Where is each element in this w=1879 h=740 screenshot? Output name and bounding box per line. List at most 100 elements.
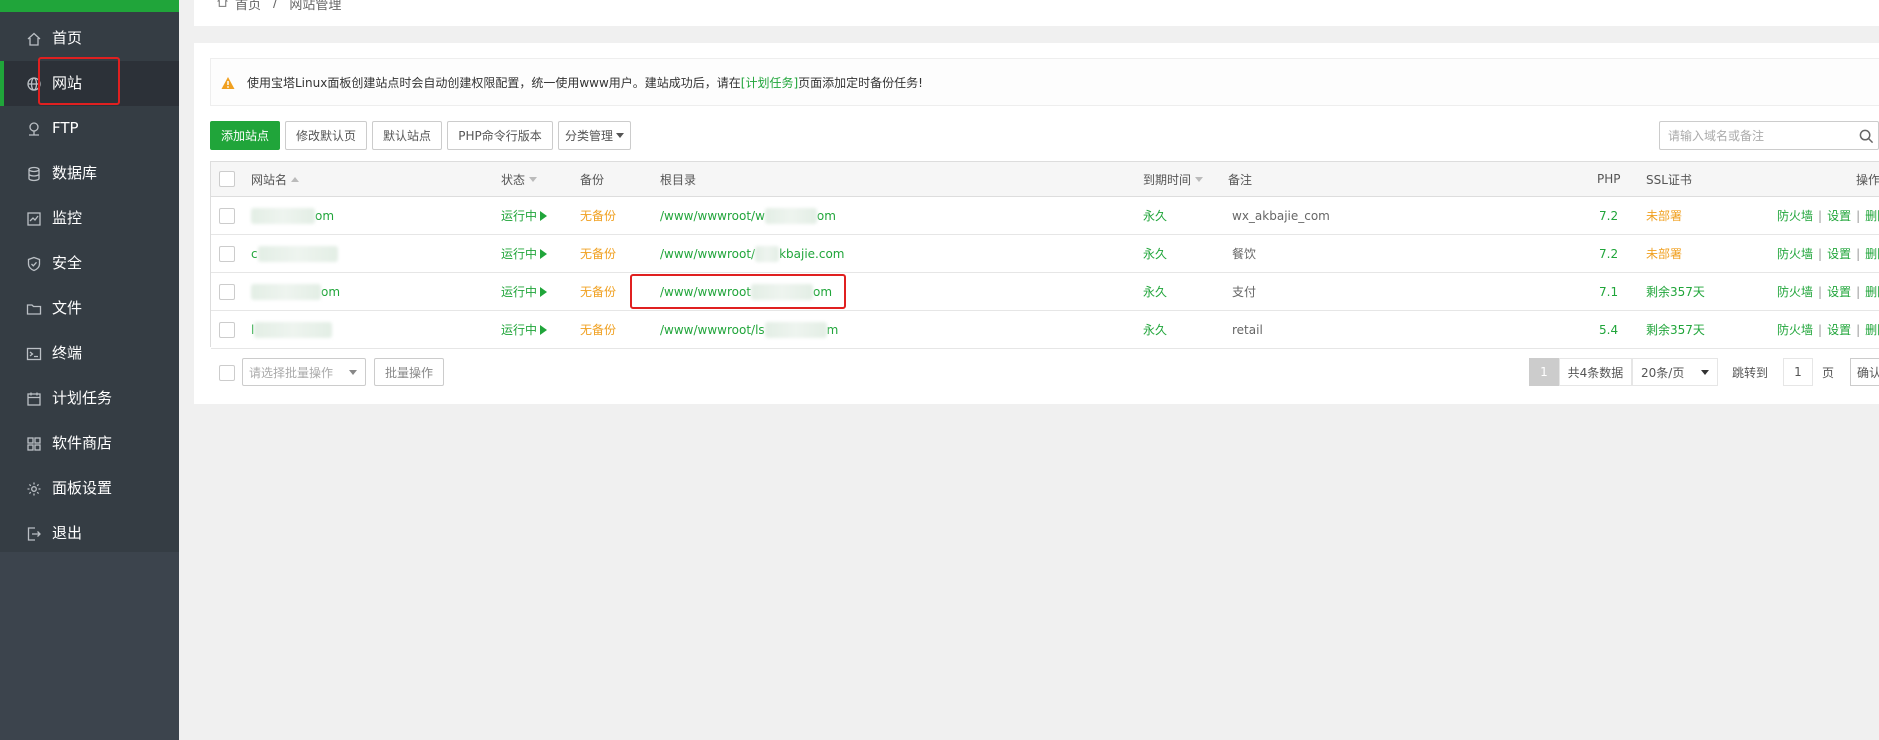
root-dir-link[interactable]: /www/wwwroot/ls m	[660, 311, 838, 348]
delete-link[interactable]: 删除	[1865, 321, 1879, 338]
sidebar-item-label: FTP	[52, 119, 79, 137]
expire-value[interactable]: 永久	[1143, 273, 1167, 310]
remark-value[interactable]: retail	[1232, 311, 1263, 348]
sidebar-item-panel-settings[interactable]: 面板设置	[0, 466, 179, 511]
site-name-link[interactable]: om	[251, 273, 340, 310]
edit-default-page-button[interactable]: 修改默认页	[285, 121, 367, 150]
root-dir-link[interactable]: /www/wwwroot om	[660, 273, 832, 310]
remark-value[interactable]: 支付	[1232, 273, 1256, 310]
breadcrumb-home[interactable]: 首页	[235, 0, 261, 13]
ssl-status[interactable]: 剩余357天	[1646, 273, 1705, 310]
backup-status[interactable]: 无备份	[580, 235, 616, 272]
header-expire-time[interactable]: 到期时间	[1143, 162, 1204, 196]
ssl-status[interactable]: 未部署	[1646, 197, 1682, 234]
sidebar-item-logout[interactable]: 退出	[0, 511, 179, 556]
delete-link[interactable]: 删除	[1865, 245, 1879, 262]
delete-link[interactable]: 删除	[1865, 283, 1879, 300]
status-running[interactable]: 运行中	[501, 311, 548, 348]
cron-task-link[interactable]: [计划任务]	[741, 76, 798, 90]
page-size-select[interactable]: 20条/页	[1632, 358, 1718, 386]
breadcrumb-separator: /	[273, 0, 278, 11]
sidebar-item-label: 文件	[52, 299, 83, 317]
sidebar-item-website[interactable]: 网站	[0, 61, 179, 106]
select-all-checkbox[interactable]	[219, 171, 235, 187]
page-current[interactable]: 1	[1529, 358, 1559, 386]
sidebar-item-home[interactable]: 首页	[0, 16, 179, 61]
sidebar: 首页 网站 FTP 数据库 监控 安全 文件 终端 计划任务 软件商店 面板设置…	[0, 0, 179, 740]
site-name-link[interactable]: l	[251, 311, 333, 348]
site-name-link[interactable]: om	[251, 197, 334, 234]
firewall-link[interactable]: 防火墙	[1777, 207, 1813, 224]
sidebar-item-label: 网站	[52, 74, 83, 92]
row-checkbox[interactable]	[219, 245, 235, 262]
php-version[interactable]: 7.1	[1599, 273, 1618, 310]
settings-link[interactable]: 设置	[1827, 283, 1851, 300]
php-cli-version-button[interactable]: PHP命令行版本	[447, 121, 553, 150]
php-version[interactable]: 7.2	[1599, 197, 1618, 234]
status-text: 运行中	[501, 247, 538, 261]
status-running[interactable]: 运行中	[501, 235, 548, 272]
header-backup: 备份	[580, 172, 605, 187]
backup-status[interactable]: 无备份	[580, 197, 616, 234]
jump-page-input[interactable]: 1	[1783, 358, 1813, 386]
notice-text: 使用宝塔Linux面板创建站点时会自动创建权限配置，统一使用www用户。建站成功…	[247, 74, 923, 91]
sidebar-item-monitor[interactable]: 监控	[0, 196, 179, 241]
row-ops: 防火墙 | 设置 | 删除	[1777, 273, 1879, 310]
ftp-icon	[25, 120, 42, 137]
database-icon	[25, 165, 42, 182]
row-checkbox[interactable]	[219, 321, 235, 338]
add-site-button[interactable]: 添加站点	[210, 121, 280, 150]
status-running[interactable]: 运行中	[501, 273, 548, 310]
firewall-link[interactable]: 防火墙	[1777, 283, 1813, 300]
ssl-status[interactable]: 剩余357天	[1646, 311, 1705, 348]
sidebar-item-app-store[interactable]: 软件商店	[0, 421, 179, 466]
root-dir-link[interactable]: /www/wwwroot/kbajie.com	[660, 235, 845, 272]
sort-desc-icon	[1195, 176, 1204, 182]
sidebar-item-database[interactable]: 数据库	[0, 151, 179, 196]
sidebar-item-cron[interactable]: 计划任务	[0, 376, 179, 421]
sidebar-item-files[interactable]: 文件	[0, 286, 179, 331]
root-dir-link[interactable]: /www/wwwroot/w om	[660, 197, 836, 234]
batch-operation-select[interactable]: 请选择批量操作	[242, 358, 366, 386]
header-ssl: SSL证书	[1646, 172, 1692, 187]
row-checkbox[interactable]	[219, 283, 235, 300]
firewall-link[interactable]: 防火墙	[1777, 321, 1813, 338]
bottom-select-all-checkbox[interactable]	[219, 365, 235, 381]
settings-link[interactable]: 设置	[1827, 245, 1851, 262]
confirm-jump-button[interactable]: 确认	[1850, 358, 1879, 386]
play-icon	[540, 210, 548, 221]
remark-value[interactable]: wx_akbajie_com	[1232, 197, 1330, 234]
sidebar-item-terminal[interactable]: 终端	[0, 331, 179, 376]
remark-value[interactable]: 餐饮	[1232, 235, 1256, 272]
home-icon	[25, 30, 42, 47]
expire-value[interactable]: 永久	[1143, 197, 1167, 234]
sidebar-item-label: 软件商店	[52, 434, 113, 452]
site-name-link[interactable]: c	[251, 235, 338, 272]
default-site-button[interactable]: 默认站点	[372, 121, 442, 150]
delete-link[interactable]: 删除	[1865, 207, 1879, 224]
backup-status[interactable]: 无备份	[580, 273, 616, 310]
firewall-link[interactable]: 防火墙	[1777, 245, 1813, 262]
php-version[interactable]: 7.2	[1599, 235, 1618, 272]
sidebar-item-security[interactable]: 安全	[0, 241, 179, 286]
settings-link[interactable]: 设置	[1827, 207, 1851, 224]
redacted-text	[764, 207, 817, 224]
notice-suffix: 页面添加定时备份任务!	[798, 76, 923, 90]
breadcrumb-current: 网站管理	[289, 0, 342, 13]
search-input[interactable]	[1668, 127, 1848, 145]
php-version[interactable]: 5.4	[1599, 311, 1618, 348]
search-icon[interactable]	[1859, 129, 1874, 144]
expire-value[interactable]: 永久	[1143, 235, 1167, 272]
expire-value[interactable]: 永久	[1143, 311, 1167, 348]
status-running[interactable]: 运行中	[501, 197, 548, 234]
row-checkbox[interactable]	[219, 207, 235, 224]
backup-status[interactable]: 无备份	[580, 311, 616, 348]
sidebar-item-ftp[interactable]: FTP	[0, 106, 179, 151]
category-manage-dropdown[interactable]: 分类管理	[558, 121, 631, 150]
settings-link[interactable]: 设置	[1827, 321, 1851, 338]
batch-operation-button[interactable]: 批量操作	[374, 358, 444, 386]
header-status[interactable]: 状态	[501, 162, 538, 196]
header-site-name[interactable]: 网站名	[251, 162, 300, 196]
ssl-status[interactable]: 未部署	[1646, 235, 1682, 272]
header-label: 状态	[501, 172, 526, 187]
